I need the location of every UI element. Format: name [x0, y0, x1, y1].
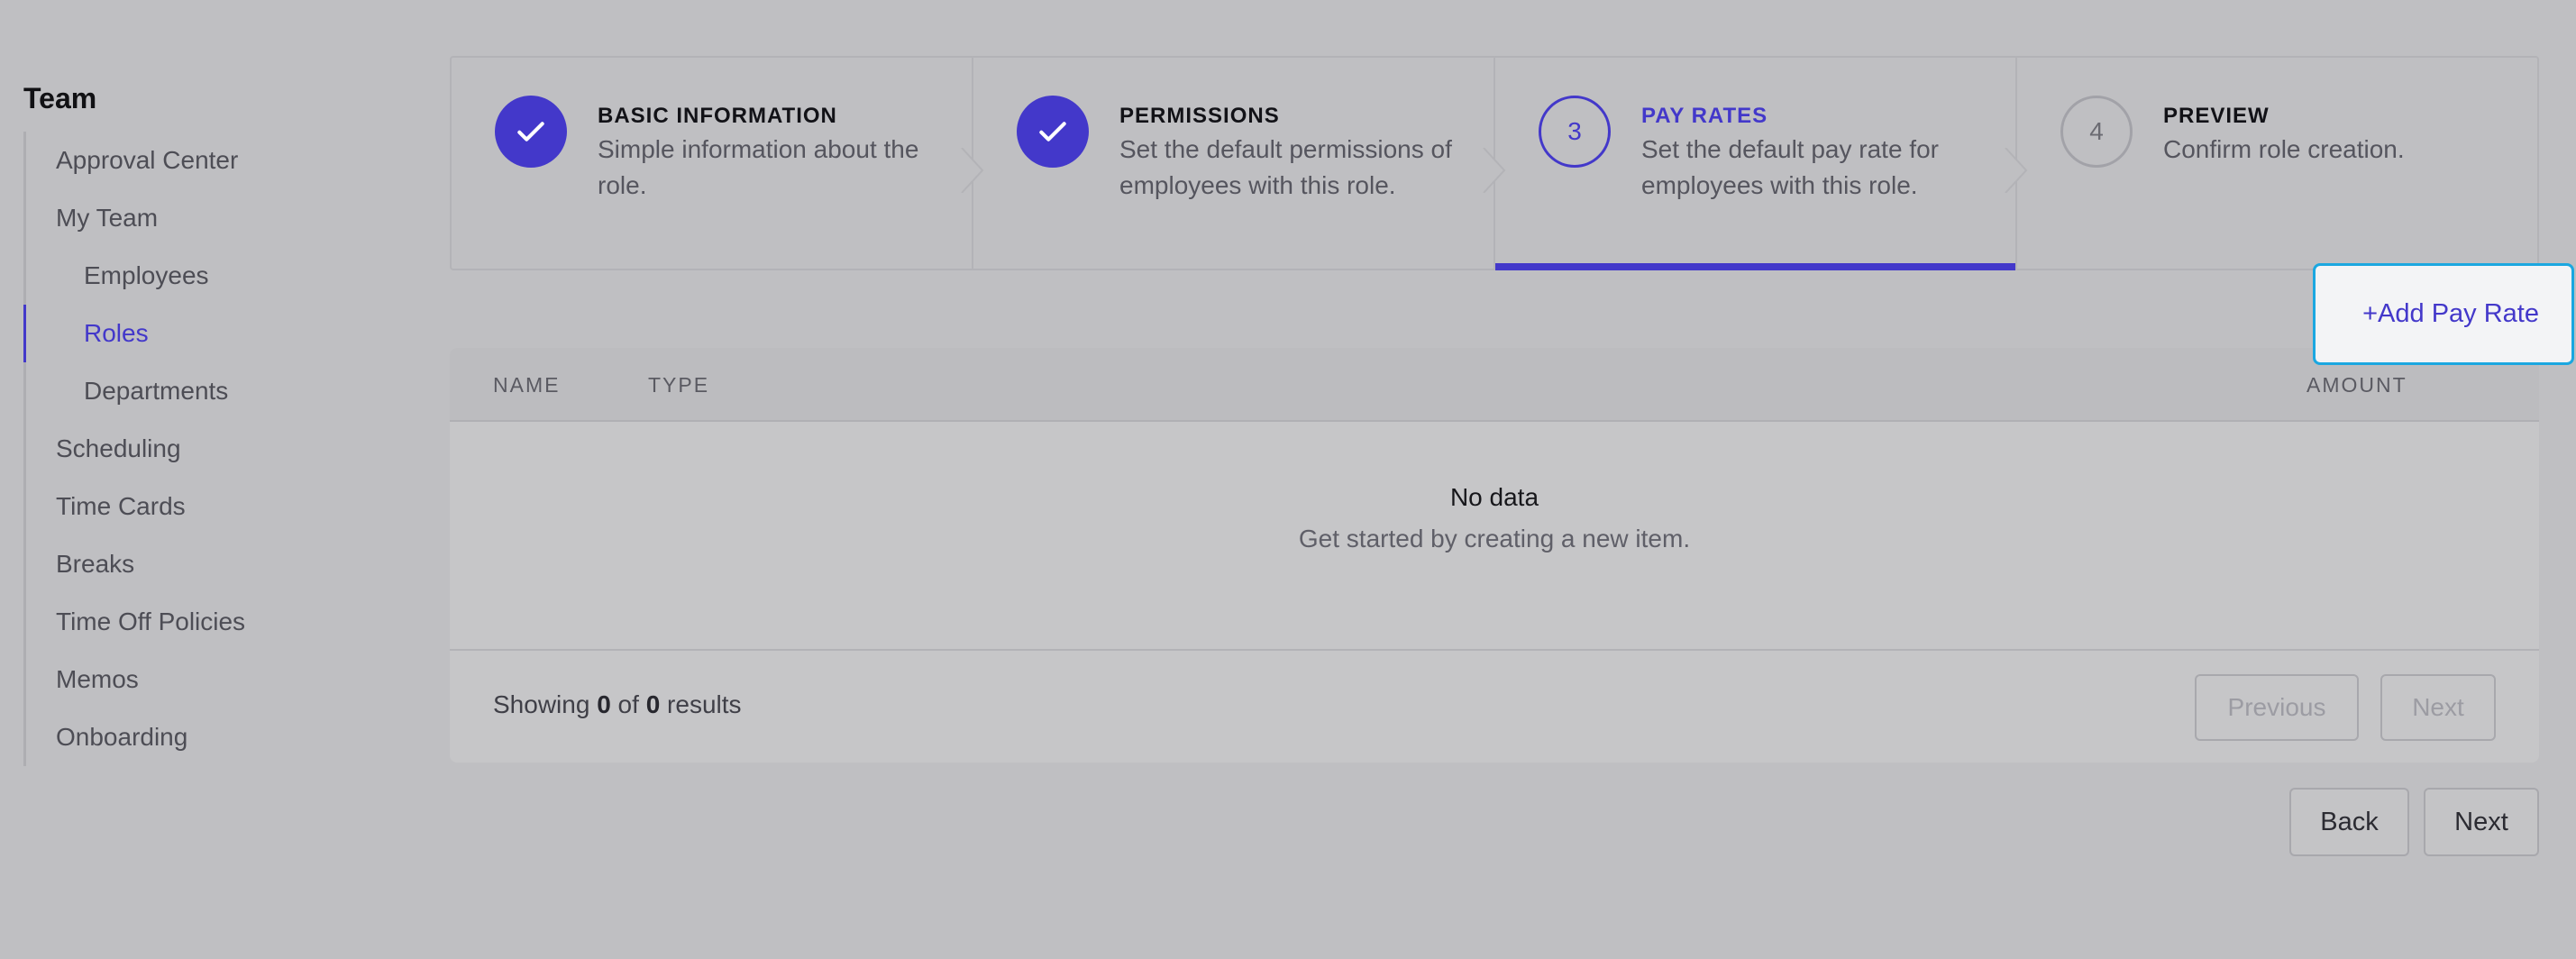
step-title: BASIC INFORMATION — [598, 104, 837, 128]
step-description: Confirm role creation. — [2163, 135, 2405, 163]
sidebar-item-departments[interactable]: Departments — [26, 362, 402, 420]
sidebar-item-roles[interactable]: Roles — [23, 305, 402, 362]
step-complete-indicator — [1017, 96, 1089, 168]
sidebar-item-breaks[interactable]: Breaks — [26, 535, 402, 593]
results-from: 0 — [597, 690, 611, 718]
empty-state-title: No data — [1449, 483, 1539, 511]
step-title: PERMISSIONS — [1119, 104, 1280, 128]
current-step-indicator — [1495, 263, 2015, 270]
check-icon — [517, 122, 544, 142]
back-button[interactable]: Back — [2289, 788, 2409, 856]
step-basic-information[interactable]: BASIC INFORMATION Simple information abo… — [452, 58, 972, 269]
results-summary: Showing 0 of 0 results — [493, 651, 742, 759]
page: Team Approval Center My Team Employees R… — [0, 0, 2576, 959]
step-number-badge: 3 — [1539, 96, 1611, 168]
sidebar-item-my-team[interactable]: My Team — [26, 189, 402, 247]
check-icon — [1039, 122, 1066, 142]
pay-rates-table: NAME TYPE AMOUNT No data Get started by … — [450, 348, 2539, 763]
step-description: Set the default pay rate for employees w… — [1641, 135, 1939, 199]
add-pay-rate-button[interactable]: +Add Pay Rate — [2313, 263, 2574, 365]
previous-page-button[interactable]: Previous — [2195, 674, 2359, 741]
column-header-name[interactable]: NAME — [493, 348, 560, 422]
step-permissions[interactable]: PERMISSIONS Set the default permissions … — [961, 58, 1494, 269]
next-page-button[interactable]: Next — [2380, 674, 2496, 741]
sidebar-title: Team — [23, 82, 97, 114]
column-header-type[interactable]: TYPE — [648, 348, 709, 422]
step-description: Simple information about the role. — [598, 135, 919, 199]
table-footer: Showing 0 of 0 results Previous Next — [450, 651, 2539, 759]
sidebar-item-time-off-policies[interactable]: Time Off Policies — [26, 593, 402, 651]
empty-state-description: Get started by creating a new item. — [1298, 525, 1691, 553]
table-header: NAME TYPE AMOUNT — [450, 348, 2539, 422]
results-middle: of — [617, 690, 639, 718]
step-separator-chevron — [2005, 148, 2028, 193]
sidebar-item-employees[interactable]: Employees — [26, 247, 402, 305]
step-title: PREVIEW — [2163, 104, 2270, 128]
step-number-badge: 4 — [2060, 96, 2133, 168]
results-suffix: results — [667, 690, 742, 718]
sidebar-item-scheduling[interactable]: Scheduling — [26, 420, 402, 478]
step-description: Set the default permissions of employees… — [1119, 135, 1452, 199]
sidebar-item-memos[interactable]: Memos — [26, 651, 402, 708]
step-separator-chevron — [961, 148, 984, 193]
empty-state: No data Get started by creating a new it… — [450, 422, 2539, 651]
results-total: 0 — [645, 690, 661, 718]
step-pay-rates[interactable]: 3 PAY RATES Set the default pay rate for… — [1483, 58, 2015, 270]
progress-stepper: BASIC INFORMATION Simple information abo… — [450, 56, 2539, 270]
results-prefix: Showing — [493, 690, 590, 718]
sidebar-item-approval-center[interactable]: Approval Center — [26, 132, 402, 189]
step-preview[interactable]: 4 PREVIEW Confirm role creation. — [2005, 58, 2537, 269]
next-step-button[interactable]: Next — [2424, 788, 2539, 856]
sidebar-list: Approval Center My Team Employees Roles … — [23, 132, 402, 766]
step-complete-indicator — [495, 96, 567, 168]
sidebar: Team Approval Center My Team Employees R… — [23, 76, 402, 766]
step-separator-chevron — [1483, 148, 1506, 193]
sidebar-item-onboarding[interactable]: Onboarding — [26, 708, 402, 766]
sidebar-item-time-cards[interactable]: Time Cards — [26, 478, 402, 535]
step-title: PAY RATES — [1641, 104, 1768, 128]
